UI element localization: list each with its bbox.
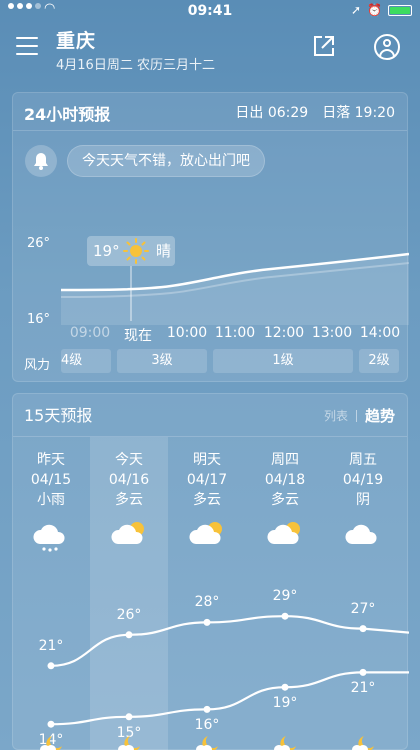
wind-segment: 4级	[61, 349, 111, 373]
sun-icon	[123, 238, 149, 264]
low-temp-point	[359, 668, 367, 676]
battery-icon	[388, 4, 412, 16]
wind-title: 风力	[24, 358, 51, 373]
hour-label: 11:00	[214, 325, 256, 341]
high-temp-point	[47, 662, 55, 670]
night-weather-icon	[114, 734, 144, 750]
night-weather-icon	[192, 734, 222, 750]
high-temp-label: 27°	[350, 600, 376, 617]
axis-high-label: 26°	[27, 236, 51, 251]
wind-segment: 3级	[117, 349, 207, 373]
menu-button[interactable]	[16, 37, 40, 57]
hour-label: 12:00	[263, 325, 305, 341]
hourly-forecast-card: 24小时预报 日出 06:29 日落 19:20 今天天气不错，放心出门吧 26…	[12, 92, 409, 382]
current-condition: 晴	[156, 242, 172, 260]
high-temp-point	[203, 618, 211, 626]
profile-button[interactable]	[374, 34, 400, 60]
date-line: 4月16日周二 农历三月十二	[56, 58, 215, 73]
night-weather-icon	[36, 734, 66, 750]
high-temp-point	[359, 625, 367, 633]
low-temp-label: 16°	[194, 717, 220, 734]
current-temp: 19°	[93, 242, 120, 260]
wind-segment: 1级	[213, 349, 353, 373]
share-icon	[314, 36, 334, 56]
low-temp-point	[47, 720, 55, 728]
high-temp-label: 21°	[38, 637, 64, 654]
high-temp-label: 26°	[116, 606, 142, 623]
hour-label: 13:00	[311, 325, 353, 341]
high-temp-point	[125, 631, 133, 639]
current-weather-badge: 19° 晴	[87, 236, 175, 266]
header: 重庆 4月16日周二 农历三月十二	[0, 24, 420, 84]
night-weather-icon	[348, 734, 378, 750]
daily-forecast-card: 15天预报 列表 趋势 昨天 04/15 小雨 今天 04/16 多云 明天 04/17 多云周…	[12, 393, 409, 750]
weather-tip[interactable]: 今天天气不错，放心出门吧	[67, 145, 265, 177]
daily-temp-chart	[47, 612, 409, 728]
hour-label: 14:00	[359, 325, 401, 341]
axis-low-label: 16°	[27, 312, 51, 327]
low-temp-point	[281, 683, 289, 691]
high-temp-line	[50, 615, 409, 667]
high-temp-label: 29°	[272, 588, 298, 605]
location-icon: ➚	[350, 3, 362, 17]
sunset-time: 日落 19:20	[322, 105, 395, 121]
hour-label: 10:00	[166, 325, 208, 341]
hour-label: 09:00	[69, 325, 111, 341]
hourly-title: 24小时预报	[24, 105, 111, 124]
high-temp-label: 28°	[194, 594, 220, 611]
user-icon	[383, 39, 391, 47]
city-name[interactable]: 重庆	[56, 26, 96, 53]
low-temp-point	[125, 713, 133, 721]
wind-segment: 2级	[359, 349, 399, 373]
high-temp-point	[281, 612, 289, 620]
low-temp-point	[203, 705, 211, 713]
divider	[13, 130, 407, 131]
share-button[interactable]	[312, 34, 336, 58]
night-weather-icon	[270, 734, 300, 750]
bell-icon	[34, 153, 48, 170]
sunrise-time: 日出 06:29	[235, 105, 309, 121]
hour-label-now: 现在	[124, 328, 152, 344]
low-temp-label: 21°	[350, 680, 376, 697]
status-bar: ◠ 09:41 ➚ ⏰	[0, 0, 420, 24]
alarm-icon: ⏰	[367, 3, 382, 17]
notification-button[interactable]	[25, 145, 57, 177]
low-temp-label: 19°	[272, 695, 298, 712]
